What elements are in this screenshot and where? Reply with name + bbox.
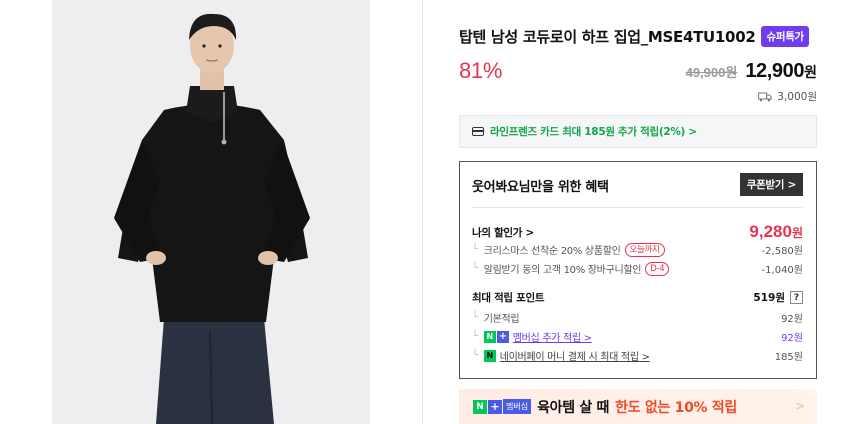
sale-price: 12,900	[745, 60, 805, 82]
my-discount-value: 9,280	[749, 222, 792, 241]
tree-branch-icon: └	[472, 331, 478, 342]
point-item-value: 185원	[774, 352, 803, 363]
my-discount-row: 나의 할인가 > 9,280원	[472, 222, 803, 242]
plus-icon: +	[488, 399, 502, 414]
sale-price-unit: 원	[804, 65, 817, 81]
points-value-wrap: 519원 ?	[753, 290, 803, 305]
super-deal-badge: 슈퍼특가	[761, 26, 809, 47]
deadline-pill: 오늘까지	[624, 242, 665, 257]
product-info-panel: 탑텐 남성 코듀로이 하프 집업_MSE4TU1002 슈퍼특가 81% 49,…	[459, 0, 817, 424]
membership-points-link[interactable]: 멤버십 추가 적립 >	[513, 329, 592, 344]
membership-tag: 멤버십	[503, 399, 532, 414]
my-discount-price: 9,280원	[749, 222, 803, 242]
point-item: └ 기본적립	[472, 310, 520, 325]
benefit-box: 웃어봐요님만을 위한 혜택 쿠폰받기 > 나의 할인가 > 9,280원 └ 크…	[459, 161, 817, 379]
discount-item-label: 알림받기 동의 고객 10% 장바구니할인	[483, 265, 642, 276]
point-item-value: 92원	[781, 314, 803, 325]
sale-price-wrap: 12,900원	[745, 60, 817, 83]
naver-pay-points-link[interactable]: 네이버페이 머니 결제 시 최대 적립 >	[500, 348, 650, 363]
model-illustration	[114, 13, 310, 424]
tree-branch-icon: └	[472, 350, 478, 361]
discount-item: └ 알림받기 동의 고객 10% 장바구니할인 D-4	[472, 261, 670, 276]
discount-item-row: └ 알림받기 동의 고객 10% 장바구니할인 D-4 -1,040원	[472, 261, 803, 276]
point-item-row: └ 기본적립 92원	[472, 310, 803, 325]
card-benefit-banner[interactable]: 라인프렌즈 카드 최대 185원 추가 적립(2%) >	[459, 115, 817, 148]
truck-icon	[758, 92, 772, 101]
benefit-divider	[472, 207, 803, 208]
point-item-row: └ N + 멤버십 추가 적립 > 92원	[472, 329, 803, 344]
my-discount-label[interactable]: 나의 할인가 >	[472, 225, 534, 240]
discount-item-row: └ 크리스마스 선착순 20% 상품할인 오늘까지 -2,580원	[472, 242, 803, 257]
tree-branch-icon: └	[472, 244, 478, 255]
point-item-row: └ N 네이버페이 머니 결제 시 최대 적립 > 185원	[472, 348, 803, 363]
credit-card-icon	[472, 127, 484, 136]
chevron-right-icon: >	[794, 399, 805, 413]
naver-plus-icon: N +	[483, 330, 509, 343]
discount-item-value: -2,580원	[761, 246, 803, 257]
shipping-fee: 3,000원	[777, 91, 817, 103]
product-image-area	[0, 0, 423, 424]
discount-item: └ 크리스마스 선착순 20% 상품할인 오늘까지	[472, 242, 665, 257]
promo-text: 육아템 살 때	[537, 399, 610, 416]
card-benefit-text: 라인프렌즈 카드 최대 185원 추가 적립(2%) >	[490, 126, 697, 138]
point-item-value: 92원	[781, 333, 803, 344]
tree-branch-icon: └	[472, 312, 478, 323]
point-item: └ N 네이버페이 머니 결제 시 최대 적립 >	[472, 348, 650, 363]
points-row: 최대 적립 포인트 519원 ?	[472, 290, 803, 305]
my-discount-unit: 원	[791, 226, 803, 240]
points-label: 최대 적립 포인트	[472, 292, 545, 304]
help-icon[interactable]: ?	[790, 291, 803, 304]
product-photo[interactable]	[52, 0, 370, 424]
get-coupon-button[interactable]: 쿠폰받기 >	[739, 173, 803, 196]
naver-n-icon: N	[473, 399, 487, 414]
shipping-info: 3,000원	[758, 89, 817, 104]
promo-highlight: 한도 없는 10% 적립	[615, 399, 737, 416]
deadline-pill: D-4	[645, 261, 670, 276]
price-row: 49,900원 12,900원	[686, 60, 817, 83]
membership-promo-banner[interactable]: N + 멤버십 육아템 살 때 한도 없는 10% 적립 >	[459, 389, 817, 424]
benefit-heading: 웃어봐요님만을 위한 혜택	[472, 180, 609, 195]
title-row: 탑텐 남성 코듀로이 하프 집업_MSE4TU1002 슈퍼특가	[459, 26, 809, 47]
points-value: 519원	[753, 292, 785, 304]
point-item-label: 기본적립	[483, 314, 520, 325]
discount-item-label: 크리스마스 선착순 20% 상품할인	[483, 246, 621, 257]
tree-branch-icon: └	[472, 263, 478, 274]
discount-rate: 81%	[459, 58, 503, 83]
point-item: └ N + 멤버십 추가 적립 >	[472, 329, 592, 344]
original-price: 49,900원	[685, 65, 738, 80]
product-title: 탑텐 남성 코듀로이 하프 집업_MSE4TU1002	[459, 28, 756, 46]
discount-item-value: -1,040원	[761, 265, 803, 276]
naver-pay-icon: N	[483, 349, 496, 362]
